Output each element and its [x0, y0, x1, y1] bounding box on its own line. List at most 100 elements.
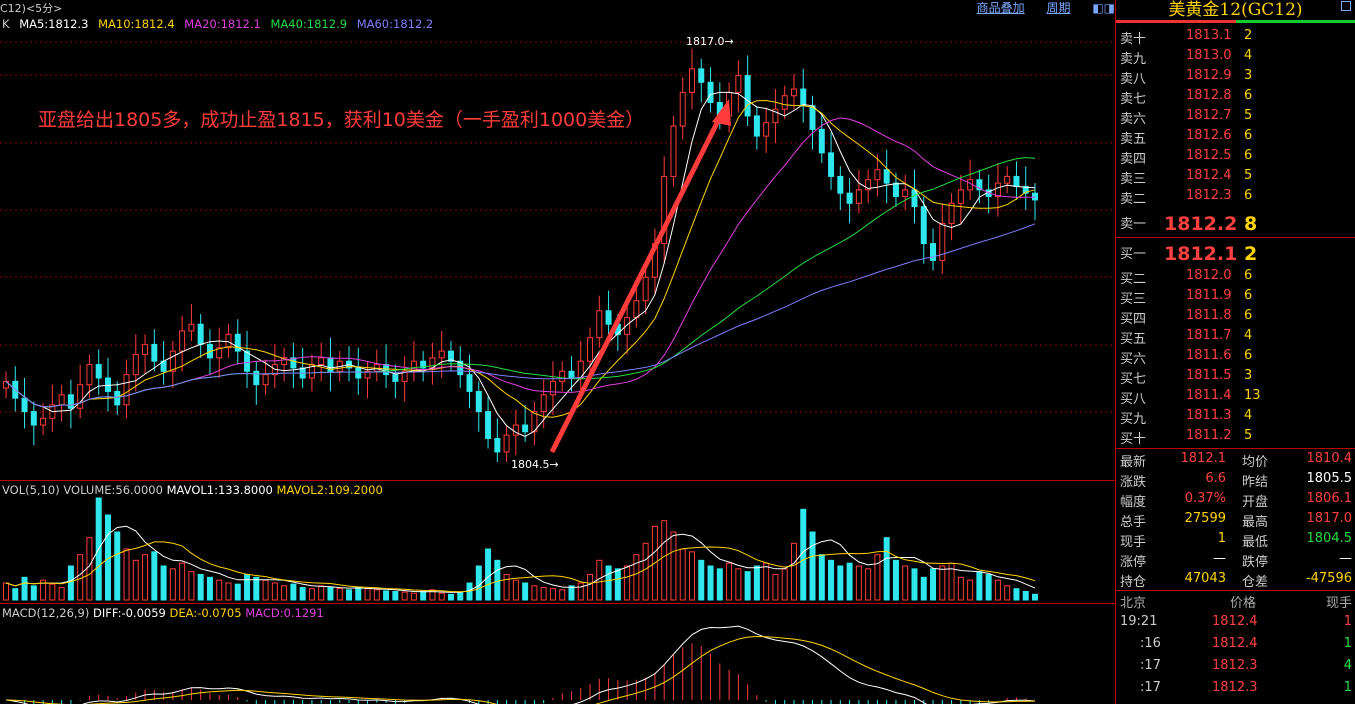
level-label: 买七 [1120, 372, 1147, 387]
stat-value: 1805.5 [1306, 471, 1353, 486]
ticks-price-header: 价格 [1230, 596, 1257, 611]
buy-level-row[interactable]: 买三 1811.9 6 [1116, 288, 1355, 308]
volume-bar [373, 589, 380, 601]
stat-label: 跌停 [1242, 555, 1269, 570]
ticks-header: 北京 价格 现手 [1116, 592, 1355, 612]
volume-bar [318, 585, 325, 601]
ma40-line [5, 157, 1036, 408]
high-price-label: 1817.0→ [686, 35, 734, 48]
buy-level-row[interactable]: 买十 1811.2 5 [1116, 428, 1355, 448]
sell-level-row[interactable]: 卖六 1812.7 5 [1116, 108, 1355, 128]
buy-level-row[interactable]: 买六 1811.6 6 [1116, 348, 1355, 368]
level-price: 1811.2 [1186, 428, 1232, 443]
tick-row[interactable]: 19:21 1812.4 1 [1116, 614, 1355, 636]
buy-level-row[interactable]: 买四 1811.8 6 [1116, 308, 1355, 328]
volume-bar [281, 585, 288, 601]
stat-label: 涨停 [1120, 555, 1147, 570]
tick-row[interactable]: :17 1812.3 1 [1116, 680, 1355, 702]
candle-body [948, 202, 955, 224]
tick-qty: 4 [1343, 658, 1352, 673]
volume-bar [262, 579, 269, 601]
chart-toolbar: 商品叠加 周期 ◧◨ [959, 0, 1115, 16]
overlay-button[interactable]: 商品叠加 [977, 1, 1025, 15]
stat-row: 涨停 — 跌停 — [1116, 551, 1355, 571]
trade-annotation: 亚盘给出1805多，成功止盈1815，获利10美金（一手盈利1000美金） [38, 109, 645, 131]
volume-bar [290, 583, 297, 601]
chart-area[interactable]: C12)<5分> 商品叠加 周期 ◧◨ K MA5:1812.3 MA10:18… [0, 0, 1115, 704]
period-button[interactable]: 周期 [1046, 1, 1070, 15]
volume-bar [883, 537, 890, 601]
tick-time: :17 [1140, 658, 1161, 673]
level-qty: 5 [1244, 428, 1253, 443]
candle-body [86, 364, 93, 386]
stat-value: 0.37% [1184, 491, 1226, 506]
candle-body [800, 88, 807, 107]
ticks-time-header: 北京 [1120, 596, 1147, 611]
stat-value: — [1339, 551, 1352, 566]
candle-body [874, 169, 881, 181]
level-label: 卖四 [1120, 152, 1147, 167]
volume-bar [169, 568, 176, 601]
volume-bar [744, 571, 751, 601]
sell-level-row[interactable]: 卖八 1812.9 3 [1116, 68, 1355, 88]
tick-time: 19:21 [1120, 614, 1158, 629]
volume-bar [12, 588, 19, 601]
buy-level-row[interactable]: 买一 1812.1 2 [1116, 243, 1355, 265]
stat-row: 总手 27599 最高 1817.0 [1116, 511, 1355, 531]
level-qty: 4 [1244, 48, 1253, 63]
volume-bar [512, 579, 519, 601]
volume-bar [234, 583, 241, 601]
candle-body [1004, 175, 1011, 184]
buy-level-row[interactable]: 买八 1811.4 13 [1116, 388, 1355, 408]
ma40-label: MA40:1812.9 [270, 17, 348, 31]
sell-level-row[interactable]: 卖一 1812.2 8 [1116, 213, 1355, 235]
tick-price: 1812.3 [1212, 680, 1258, 695]
buy-level-row[interactable]: 买七 1811.5 3 [1116, 368, 1355, 388]
sell-level-row[interactable]: 卖七 1812.8 6 [1116, 88, 1355, 108]
volume-bar [114, 531, 121, 601]
volume-bar [549, 588, 556, 601]
candle-body [132, 353, 139, 376]
window-toggle-icon[interactable] [1341, 1, 1351, 11]
level-label: 卖一 [1120, 217, 1147, 232]
volume-bar [781, 568, 788, 601]
volume-bar [21, 576, 28, 601]
mavol5-line [5, 525, 1036, 593]
nav-arrows-icon[interactable]: ◧◨ [1092, 1, 1115, 15]
low-price-label: 1804.5→ [511, 458, 559, 471]
volume-bar [3, 582, 9, 601]
level-qty: 6 [1244, 288, 1253, 303]
buy-level-row[interactable]: 买二 1812.0 6 [1116, 268, 1355, 288]
sell-level-row[interactable]: 卖十 1813.1 2 [1116, 28, 1355, 48]
sell-level-row[interactable]: 卖二 1812.3 6 [1116, 188, 1355, 208]
candle-body [744, 75, 751, 117]
volume-bar [447, 593, 454, 601]
volume-bar [633, 554, 640, 601]
volume-bar [865, 568, 872, 601]
stat-label: 开盘 [1242, 495, 1269, 510]
book-divider [1116, 237, 1355, 238]
tick-row[interactable]: :17 1812.3 4 [1116, 658, 1355, 680]
tick-row[interactable]: :16 1812.4 1 [1116, 636, 1355, 658]
candle-body [522, 424, 529, 433]
sell-level-row[interactable]: 卖四 1812.5 6 [1116, 148, 1355, 168]
volume-bar [336, 588, 343, 601]
buy-level-row[interactable]: 买九 1811.3 4 [1116, 408, 1355, 428]
candle-body [21, 397, 28, 413]
sell-level-row[interactable]: 卖五 1812.6 6 [1116, 128, 1355, 148]
sell-level-row[interactable]: 卖三 1812.4 5 [1116, 168, 1355, 188]
volume-bar [475, 565, 482, 601]
candle-body [642, 276, 649, 302]
trade-arrow-shaft [549, 111, 725, 454]
candle-body [503, 434, 510, 453]
volume-bar [410, 592, 417, 601]
sell-level-row[interactable]: 卖九 1813.0 4 [1116, 48, 1355, 68]
candle-body [142, 343, 149, 355]
dea-value: DEA:-0.0705 [169, 606, 242, 620]
candle-body [957, 189, 964, 204]
candle-body [95, 364, 102, 379]
level-label: 卖十 [1120, 32, 1147, 47]
buy-level-row[interactable]: 买五 1811.7 4 [1116, 328, 1355, 348]
volume-bar [383, 590, 390, 601]
volume-bar [689, 551, 695, 601]
